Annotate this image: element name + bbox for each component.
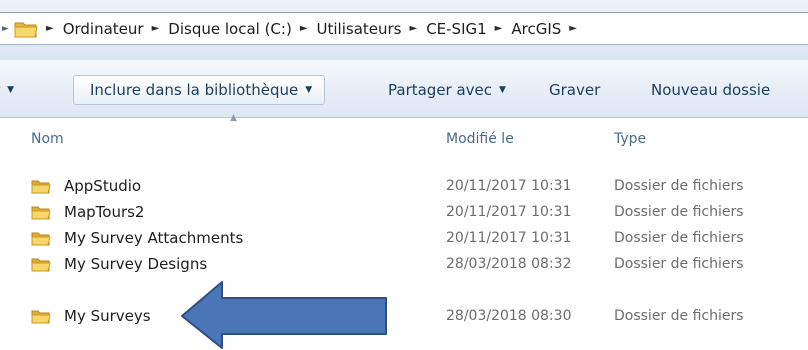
chevron-right-icon[interactable]: ►: [495, 23, 503, 34]
left-arrow-annotation: [181, 281, 387, 349]
list-item[interactable]: My Survey Attachments 20/11/2017 10:31 D…: [0, 225, 808, 251]
organize-button[interactable]: r ▼: [0, 75, 14, 105]
file-type: Dossier de fichiers: [614, 256, 744, 272]
file-type: Dossier de fichiers: [614, 204, 744, 220]
address-bar: ► ► Ordinateur ► Disque local (C:) ► Uti…: [0, 0, 808, 60]
share-with-button[interactable]: Partager avec ▼: [388, 75, 506, 105]
file-modified: 20/11/2017 10:31: [446, 204, 572, 220]
chevron-right-icon[interactable]: ►: [409, 23, 417, 34]
new-folder-button[interactable]: Nouveau dossie: [651, 75, 770, 105]
breadcrumb-item-users[interactable]: Utilisateurs: [317, 20, 402, 38]
file-name: My Survey Attachments: [64, 229, 244, 247]
file-name: My Survey Designs: [64, 255, 208, 273]
address-field[interactable]: ► ► Ordinateur ► Disque local (C:) ► Uti…: [0, 12, 808, 45]
file-modified: 20/11/2017 10:31: [446, 230, 572, 246]
share-with-label: Partager avec: [388, 81, 493, 99]
file-name: AppStudio: [64, 177, 142, 195]
burn-label: Graver: [549, 81, 601, 99]
folder-icon: [31, 204, 51, 221]
include-in-library-button[interactable]: Inclure dans la bibliothèque ▼: [73, 75, 326, 105]
chevron-right-icon[interactable]: ►: [46, 23, 54, 34]
list-item[interactable]: MapTours2 20/11/2017 10:31 Dossier de fi…: [0, 199, 808, 225]
file-name: MapTours2: [64, 203, 145, 221]
file-type: Dossier de fichiers: [614, 308, 744, 324]
caret-down-icon: ▼: [305, 85, 313, 95]
folder-icon: [31, 308, 51, 325]
folder-icon: [31, 230, 51, 247]
folder-icon: [14, 19, 38, 39]
file-type: Dossier de fichiers: [614, 230, 744, 246]
list-item[interactable]: My Surveys 28/03/2018 08:30 Dossier de f…: [0, 303, 808, 329]
chevron-right-icon[interactable]: ►: [152, 23, 160, 34]
column-header-name[interactable]: Nom: [31, 131, 64, 147]
file-modified: 28/03/2018 08:32: [446, 256, 572, 272]
breadcrumb-item-arcgis[interactable]: ArcGIS: [511, 20, 561, 38]
file-modified: 20/11/2017 10:31: [446, 178, 572, 194]
breadcrumb-item-local-disk[interactable]: Disque local (C:): [168, 20, 292, 38]
folder-icon: [31, 256, 51, 273]
burn-button[interactable]: Graver: [549, 75, 600, 105]
back-chevron-icon[interactable]: ►: [2, 24, 12, 34]
list-item[interactable]: AppStudio 20/11/2017 10:31 Dossier de fi…: [0, 173, 808, 199]
folder-icon: [31, 178, 51, 195]
chevron-right-icon[interactable]: ►: [569, 23, 577, 34]
column-header-type[interactable]: Type: [614, 131, 646, 147]
breadcrumb-item-user[interactable]: CE-SIG1: [426, 20, 486, 38]
list-item[interactable]: My Survey Designs 28/03/2018 08:32 Dossi…: [0, 251, 808, 277]
file-type: Dossier de fichiers: [614, 178, 744, 194]
caret-down-icon: ▼: [7, 85, 15, 95]
sort-ascending-icon: ▲: [230, 113, 237, 123]
file-modified: 28/03/2018 08:30: [446, 308, 572, 324]
column-header-modified[interactable]: Modifié le: [446, 131, 514, 147]
caret-down-icon: ▼: [499, 85, 506, 95]
command-toolbar: r ▼ Inclure dans la bibliothèque ▼ Parta…: [0, 60, 808, 118]
breadcrumb-item-computer[interactable]: Ordinateur: [63, 20, 144, 38]
include-in-library-label: Inclure dans la bibliothèque: [90, 81, 299, 99]
chevron-right-icon[interactable]: ►: [300, 23, 308, 34]
file-name: My Surveys: [64, 307, 151, 325]
new-folder-label: Nouveau dossie: [651, 81, 771, 99]
